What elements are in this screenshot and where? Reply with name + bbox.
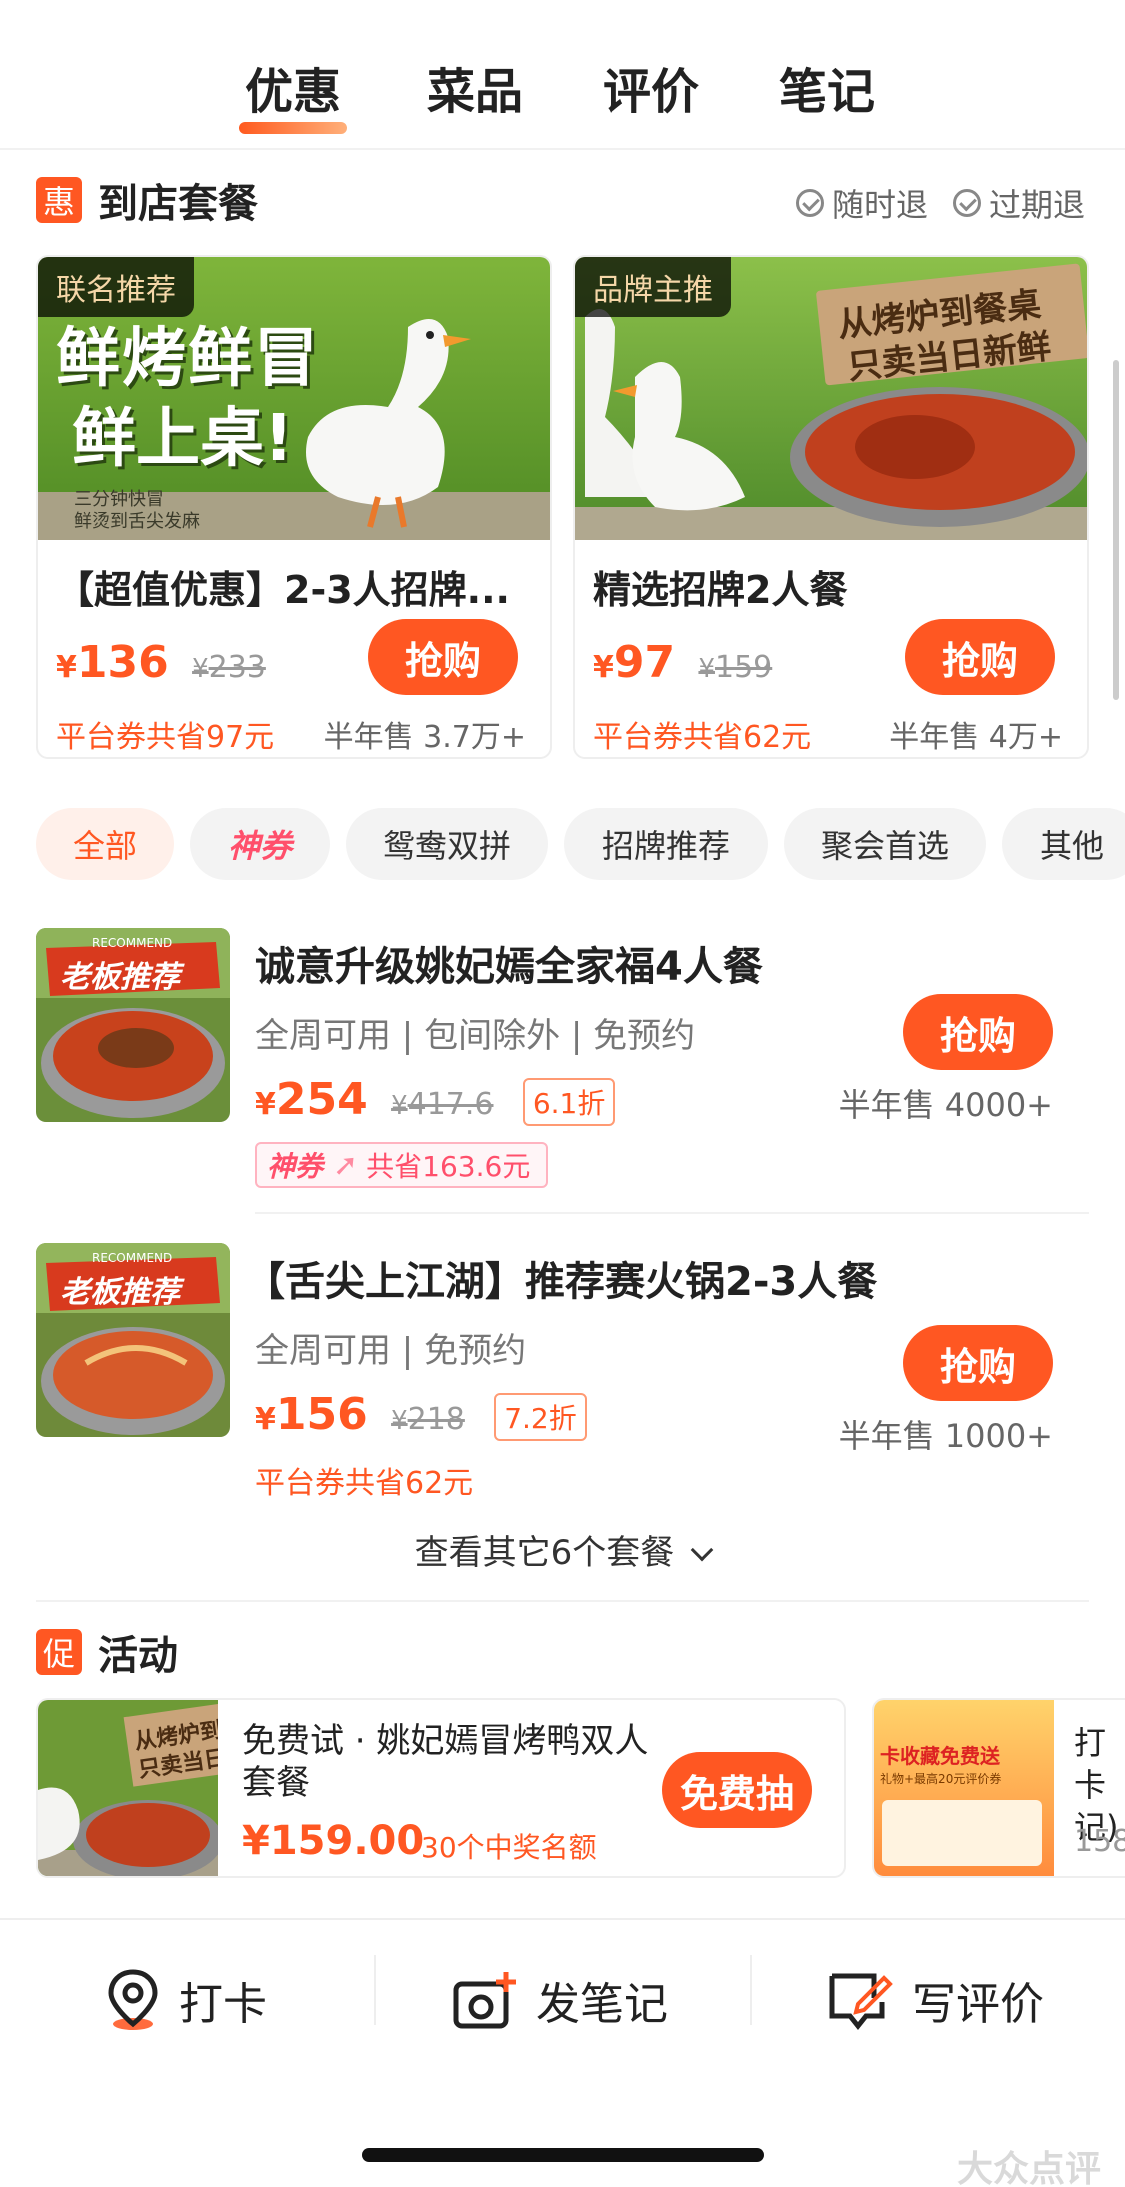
discount-badge: 7.2折 (494, 1393, 587, 1441)
activity-quota: 30个中奖名额 (421, 1831, 597, 1864)
activity-section-title: 活动 (98, 1633, 178, 1679)
thumb-label: 老板推荐 (60, 960, 180, 995)
featured-card[interactable]: 从烤炉到餐桌 只卖当日新鲜 品牌主推 精选招牌2人餐 ¥97 ¥159 抢购 平… (573, 255, 1089, 759)
tab-notes[interactable]: 笔记 (779, 52, 875, 122)
item-sold-count: 半年售 4000+ (838, 1086, 1053, 1124)
activity-card[interactable]: 从烤炉到 只卖当日 免费试 · 姚妃嫣冒烤鸭双人套餐 ¥159.00 30个中奖… (36, 1698, 846, 1878)
image-caption-2: 鲜烫到舌尖发麻 (74, 511, 200, 532)
activity-image: 从烤炉到 只卖当日 (38, 1700, 218, 1876)
featured-title: 【超值优惠】2-3人招牌... (56, 568, 510, 612)
check-circle-icon (796, 189, 824, 217)
camera-plus-icon (453, 1972, 516, 2029)
package-section-title: 到店套餐 (98, 181, 258, 227)
arrow-up-icon: ➚ (333, 1147, 359, 1183)
activity-price: 158 (1074, 1824, 1125, 1859)
featured-tag: 品牌主推 (575, 257, 731, 317)
item-price: ¥254 ¥417.6 6.1折 (255, 1074, 616, 1126)
featured-savings: 平台券共省97元 (56, 720, 275, 755)
thumb-label: 老板推荐 (60, 1275, 180, 1310)
featured-image-roast-duck: 从烤炉到餐桌 只卖当日新鲜 品牌主推 (575, 257, 1087, 540)
activity-section-header: 促 活动 (36, 1626, 178, 1679)
filter-other[interactable]: 其他 (1002, 808, 1125, 880)
featured-title: 精选招牌2人餐 (593, 568, 848, 612)
promo-badge-icon: 促 (36, 1629, 82, 1675)
thumb-caption: RECOMMEND (92, 1251, 173, 1265)
image-headline: 鲜烤鲜冒 (56, 322, 320, 396)
watermark: 大众点评 (956, 2149, 1101, 2187)
item-title: 【舌尖上江湖】推荐赛火锅2-3人餐 (245, 1259, 878, 1305)
featured-savings: 平台券共省62元 (593, 720, 812, 755)
featured-tag: 联名推荐 (38, 257, 194, 317)
tab-dishes[interactable]: 菜品 (427, 52, 523, 122)
activity-title: 免费试 · 姚妃嫣冒烤鸭双人套餐 (242, 1721, 649, 1803)
item-thumbnail: RECOMMEND 老板推荐 (36, 928, 230, 1122)
filter-mandarin-duck-pot[interactable]: 鸳鸯双拼 (346, 808, 548, 880)
coupon-savings-tag: 神券 ➚ 共省163.6元 (255, 1142, 549, 1188)
activity-banner-image: 卡收藏免费送 礼物+最高20元评价券 (874, 1700, 1054, 1876)
write-note-button[interactable]: 发笔记 (452, 1968, 668, 2032)
item-price: ¥156 ¥218 7.2折 (255, 1389, 587, 1441)
featured-price: ¥136 ¥233 (56, 637, 266, 688)
bar-divider (374, 1955, 376, 2025)
section-divider (36, 1600, 1089, 1602)
tab-reviews[interactable]: 评价 (603, 52, 699, 122)
featured-sold-count: 半年售 4万+ (889, 720, 1063, 755)
top-tab-bar: 优惠 菜品 评价 笔记 (0, 0, 1125, 150)
bottom-action-bar: 打卡 发笔记 写评价 (0, 1918, 1125, 2068)
item-title: 诚意升级姚妃嫣全家福4人餐 (255, 944, 763, 990)
scrollbar[interactable] (1113, 360, 1119, 700)
featured-price: ¥97 ¥159 (593, 637, 773, 688)
refund-expired: 过期退 (953, 180, 1085, 226)
activity-price: ¥159.00 (242, 1818, 425, 1864)
item-divider (255, 1212, 1089, 1214)
item-savings: 平台券共省62元 (255, 1466, 474, 1501)
item-thumbnail: RECOMMEND 老板推荐 (36, 1243, 230, 1437)
deal-badge-icon: 惠 (36, 177, 82, 223)
chevron-down-icon (690, 1538, 714, 1562)
package-section-header: 惠 到店套餐 (36, 174, 258, 227)
refund-anytime: 随时退 (796, 180, 928, 226)
item-subtitle: 全周可用 | 免预约 (255, 1331, 527, 1371)
grab-button[interactable]: 抢购 (905, 619, 1055, 695)
filter-coupon[interactable]: 神券 (190, 808, 330, 880)
free-draw-button[interactable]: 免费抽 (662, 1752, 812, 1828)
thumb-caption: RECOMMEND (92, 936, 173, 950)
item-subtitle: 全周可用 | 包间除外 | 免预约 (255, 1016, 696, 1056)
activity-card[interactable]: 卡收藏免费送 礼物+最高20元评价券 打卡记) 158 (872, 1698, 1125, 1878)
check-circle-icon (953, 189, 981, 217)
edit-review-icon (829, 1973, 893, 2030)
image-headline-2: 鲜上桌! (72, 402, 294, 476)
bar-divider (750, 1955, 752, 2025)
filter-party[interactable]: 聚会首选 (784, 808, 986, 880)
location-pin-icon (108, 1969, 158, 2030)
filter-all[interactable]: 全部 (36, 808, 174, 880)
write-review-button[interactable]: 写评价 (828, 1968, 1044, 2032)
checkin-button[interactable]: 打卡 (105, 1968, 267, 2032)
view-more-packages[interactable]: 查看其它6个套餐 (0, 1525, 1125, 1574)
grab-button[interactable]: 抢购 (903, 1325, 1053, 1401)
grab-button[interactable]: 抢购 (903, 994, 1053, 1070)
home-indicator[interactable] (362, 2148, 764, 2162)
filter-signature[interactable]: 招牌推荐 (564, 808, 768, 880)
item-sold-count: 半年售 1000+ (838, 1417, 1053, 1455)
discount-badge: 6.1折 (522, 1078, 616, 1126)
tab-deals[interactable]: 优惠 (238, 52, 348, 134)
grab-button[interactable]: 抢购 (368, 619, 518, 695)
featured-image-duck: 鲜烤鲜冒 鲜上桌! 三分钟快冒 鲜烫到舌尖发麻 联名推荐 (38, 257, 550, 540)
featured-card[interactable]: 鲜烤鲜冒 鲜上桌! 三分钟快冒 鲜烫到舌尖发麻 联名推荐 【超值优惠】2-3人招… (36, 255, 552, 759)
featured-sold-count: 半年售 3.7万+ (323, 720, 526, 755)
